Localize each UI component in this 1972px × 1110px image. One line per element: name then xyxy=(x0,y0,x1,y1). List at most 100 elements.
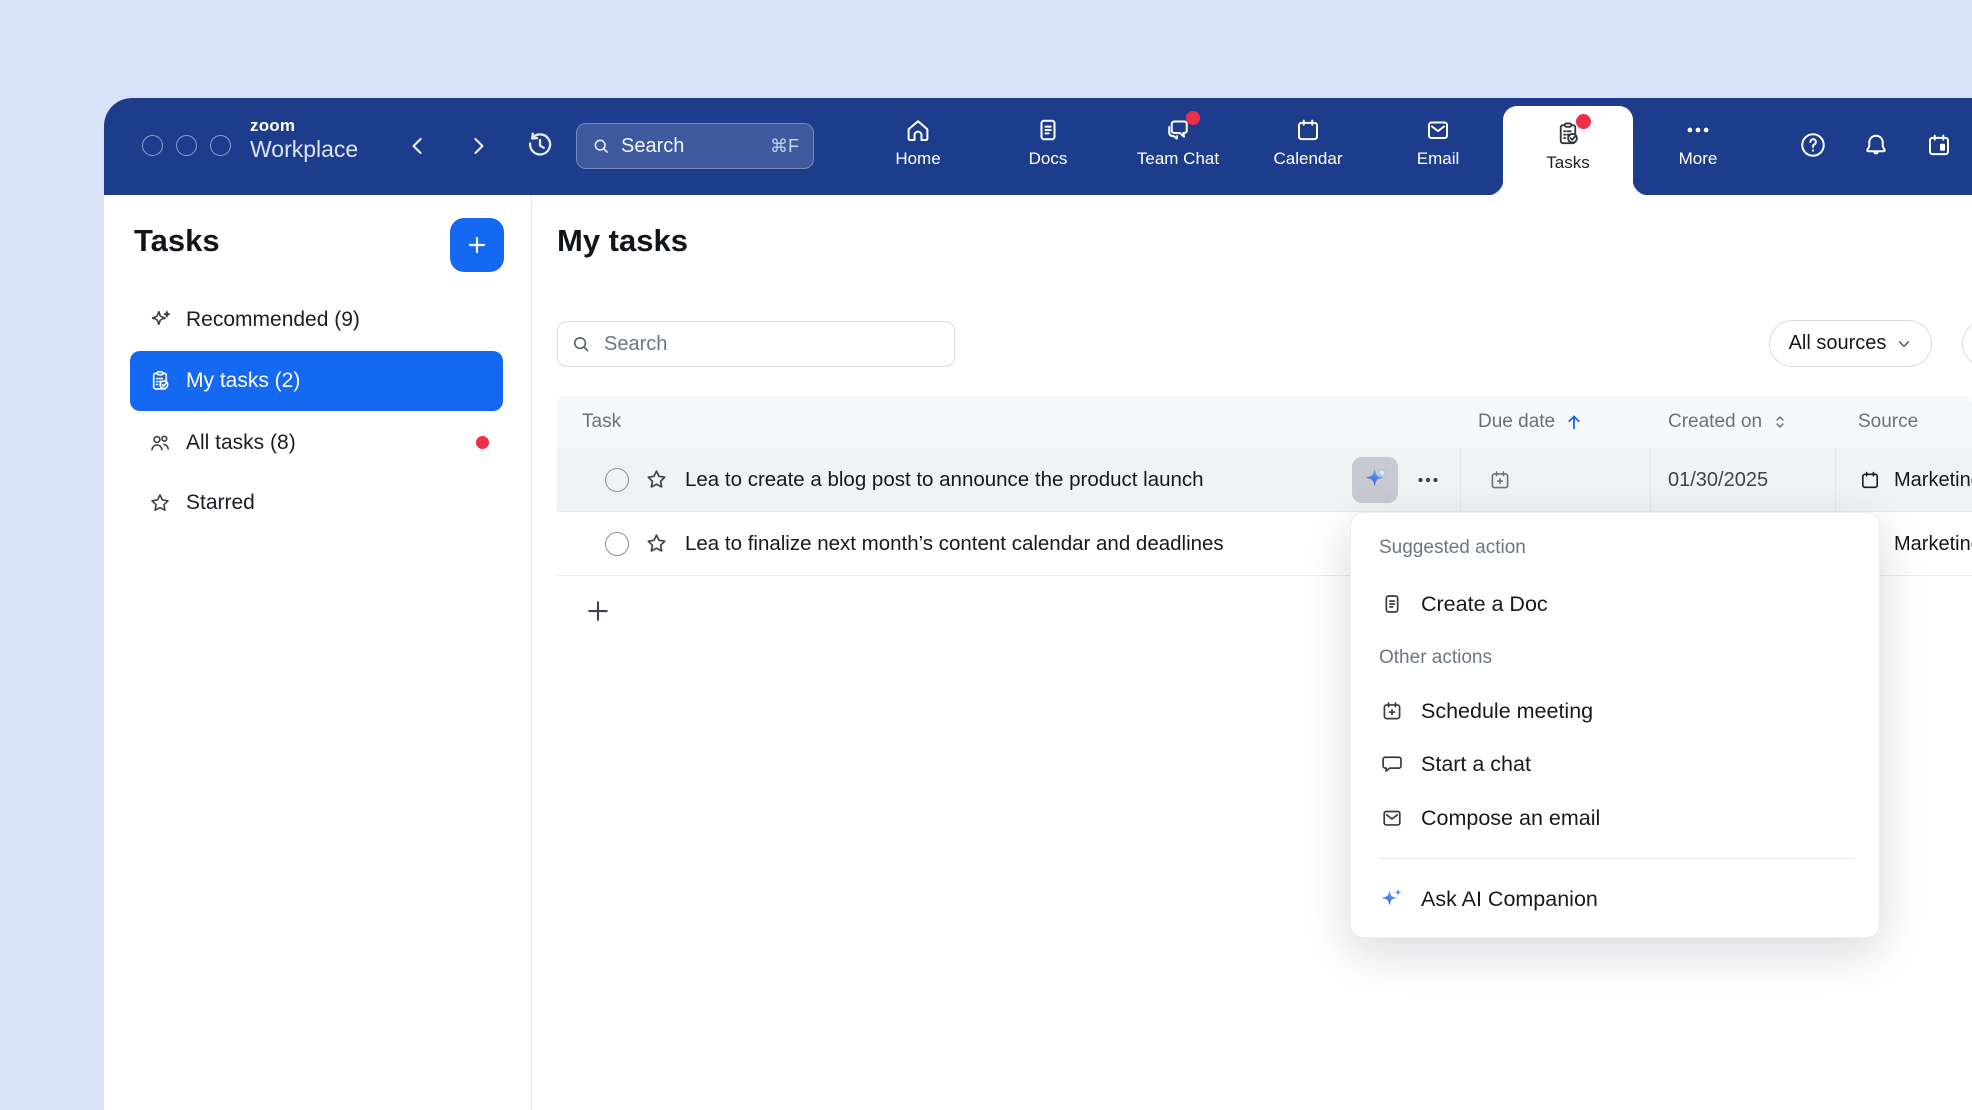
chevron-down-icon xyxy=(1896,336,1912,352)
history-clock-icon xyxy=(524,129,556,161)
column-header-task: Task xyxy=(582,396,621,448)
window-zoom-button[interactable] xyxy=(210,135,231,156)
tab-tasks[interactable]: Tasks xyxy=(1503,106,1633,195)
top-navbar: zoom Workplace Search ⌘F Home Do xyxy=(104,98,1972,195)
envelope-icon xyxy=(1379,805,1405,831)
all-tasks-notification-dot xyxy=(476,436,489,449)
search-icon xyxy=(591,136,611,156)
column-header-due-date[interactable]: Due date xyxy=(1478,396,1585,448)
tab-team-chat[interactable]: Team Chat xyxy=(1113,98,1243,195)
tab-email[interactable]: Email xyxy=(1373,98,1503,195)
tab-docs[interactable]: Docs xyxy=(983,98,1113,195)
menu-item-compose-email[interactable]: Compose an email xyxy=(1351,796,1871,840)
sidebar-item-all-tasks[interactable]: All tasks (8) xyxy=(130,414,503,471)
row-more-actions-button[interactable] xyxy=(1413,465,1443,495)
source-value: Marketing xyxy=(1894,448,1972,512)
star-icon xyxy=(643,530,670,557)
column-header-source: Source xyxy=(1858,396,1918,448)
task-search xyxy=(557,321,955,367)
tasks-sidebar: Tasks Recommended (9) My tasks (2) xyxy=(104,195,532,1110)
menu-section-suggested: Suggested action xyxy=(1379,537,1526,559)
nav-tabs: Home Docs Team Chat Calendar Email xyxy=(853,98,1763,195)
search-shortcut: ⌘F xyxy=(770,136,799,157)
menu-item-ask-ai-companion[interactable]: Ask AI Companion xyxy=(1351,877,1871,921)
column-header-created-on[interactable]: Created on xyxy=(1668,396,1790,448)
doc-icon xyxy=(1379,591,1405,617)
filter-button-clipped[interactable] xyxy=(1962,320,1972,367)
ai-action-menu: Suggested action Create a Doc Other acti… xyxy=(1350,512,1880,938)
menu-item-schedule-meeting[interactable]: Schedule meeting xyxy=(1351,689,1871,733)
email-icon xyxy=(1423,115,1453,145)
sources-filter-dropdown[interactable]: All sources xyxy=(1769,320,1932,367)
sort-chevrons-icon xyxy=(1770,412,1790,432)
complete-task-checkbox[interactable] xyxy=(605,532,629,556)
sidebar-list: Recommended (9) My tasks (2) All tasks (… xyxy=(130,291,503,534)
chat-bubble-icon xyxy=(1379,751,1405,777)
task-title: Lea to finalize next month’s content cal… xyxy=(685,512,1224,576)
notifications-button[interactable] xyxy=(1861,130,1891,160)
sidebar-item-recommended[interactable]: Recommended (9) xyxy=(130,291,503,348)
column-divider xyxy=(1835,448,1836,511)
ai-companion-action-button[interactable] xyxy=(1352,457,1398,503)
created-on-value: 01/30/2025 xyxy=(1668,448,1768,512)
source-calendar-icon xyxy=(1858,468,1882,492)
page-title: My tasks xyxy=(557,223,688,259)
sidebar-item-label: Recommended (9) xyxy=(186,308,360,332)
window-controls xyxy=(142,135,231,156)
bell-icon xyxy=(1861,130,1891,160)
complete-task-checkbox[interactable] xyxy=(605,468,629,492)
schedule-button[interactable] xyxy=(1924,130,1954,160)
help-button[interactable] xyxy=(1798,130,1828,160)
plus-icon xyxy=(464,232,490,258)
column-divider xyxy=(1650,448,1651,511)
star-task-button[interactable] xyxy=(643,530,670,557)
plus-icon xyxy=(583,596,613,626)
sidebar-item-starred[interactable]: Starred xyxy=(130,474,503,531)
star-task-button[interactable] xyxy=(643,466,670,493)
sparkle-icon xyxy=(147,307,173,333)
window-minimize-button[interactable] xyxy=(176,135,197,156)
tab-home[interactable]: Home xyxy=(853,98,983,195)
more-dots-icon xyxy=(1683,115,1713,145)
sources-filter-label: All sources xyxy=(1789,332,1887,355)
table-header: Task Due date Created on Source xyxy=(557,396,1972,448)
global-search[interactable]: Search ⌘F xyxy=(576,123,814,169)
history-button[interactable] xyxy=(524,129,556,161)
calendar-icon xyxy=(1293,115,1323,145)
source-value: Marketing xyxy=(1894,512,1972,576)
tasks-notification-dot xyxy=(1576,114,1591,129)
forward-button[interactable] xyxy=(464,132,492,160)
docs-icon xyxy=(1033,115,1063,145)
add-due-date-button[interactable] xyxy=(1487,467,1513,493)
people-icon xyxy=(147,430,173,456)
menu-item-start-chat[interactable]: Start a chat xyxy=(1351,742,1871,786)
new-task-button[interactable] xyxy=(450,218,504,272)
menu-divider xyxy=(1379,858,1855,859)
logo-workplace-text: Workplace xyxy=(250,136,358,163)
back-button[interactable] xyxy=(404,132,432,160)
tab-more[interactable]: More xyxy=(1633,98,1763,195)
sidebar-item-label: All tasks (8) xyxy=(186,431,296,455)
sidebar-title: Tasks xyxy=(134,223,220,259)
add-task-inline-button[interactable] xyxy=(583,596,613,626)
help-icon xyxy=(1798,130,1828,160)
calendar-today-icon xyxy=(1924,130,1954,160)
task-search-input[interactable] xyxy=(557,321,955,367)
calendar-plus-icon xyxy=(1379,698,1405,724)
my-tasks-clipboard-icon xyxy=(147,368,173,394)
sidebar-item-label: Starred xyxy=(186,491,255,515)
chevron-right-icon xyxy=(464,132,492,160)
task-row-1[interactable]: Lea to create a blog post to announce th… xyxy=(557,448,1972,512)
window-close-button[interactable] xyxy=(142,135,163,156)
star-icon xyxy=(147,490,173,516)
navbar-right-actions xyxy=(1798,130,1954,160)
sidebar-item-label: My tasks (2) xyxy=(186,369,300,393)
menu-item-create-doc[interactable]: Create a Doc xyxy=(1351,582,1871,626)
task-title: Lea to create a blog post to announce th… xyxy=(685,448,1204,512)
sidebar-item-my-tasks[interactable]: My tasks (2) xyxy=(130,351,503,411)
chevron-left-icon xyxy=(404,132,432,160)
column-divider xyxy=(1460,448,1461,511)
menu-section-other: Other actions xyxy=(1379,647,1492,669)
tab-calendar[interactable]: Calendar xyxy=(1243,98,1373,195)
sort-ascending-arrow-icon xyxy=(1563,411,1585,433)
